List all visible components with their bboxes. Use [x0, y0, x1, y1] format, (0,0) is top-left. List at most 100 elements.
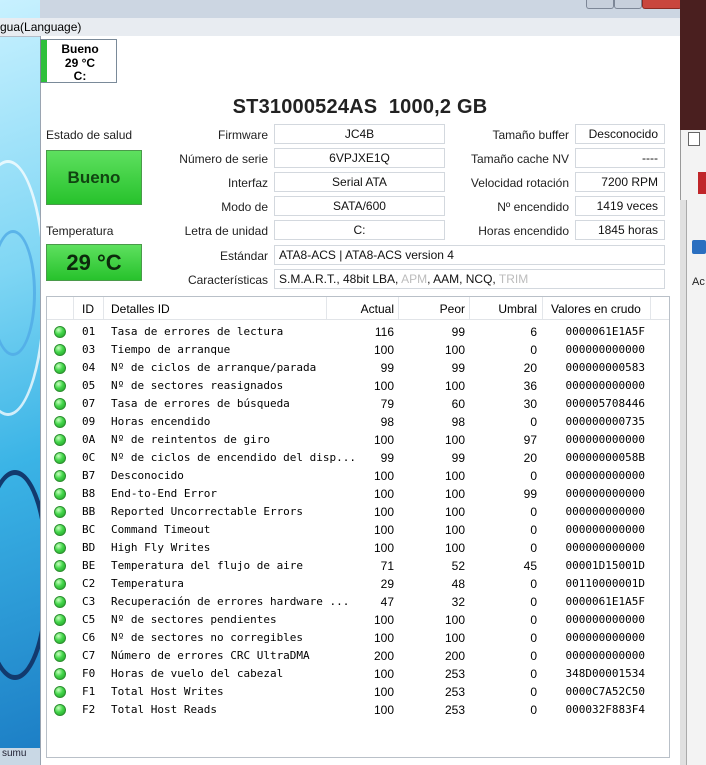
cell-current: 100 [373, 523, 394, 537]
table-row[interactable]: B8 End-to-End Error 100 100 99 000000000000 [47, 485, 669, 503]
cell-details: Total Host Writes [111, 685, 224, 698]
cell-raw: 000000000000 [565, 613, 645, 626]
cell-details: End-to-End Error [111, 487, 217, 500]
cell-current: 100 [373, 505, 394, 519]
disk-tab-drive: C: [73, 69, 87, 83]
table-row[interactable]: C7 Número de errores CRC UltraDMA 200 200 0 0… [47, 647, 669, 665]
cell-raw: 000005708446 [565, 397, 645, 410]
cell-threshold: 0 [530, 595, 537, 609]
table-row[interactable]: C6 Nº de sectores no corregibles 100 100 0 00… [47, 629, 669, 647]
cell-id: 05 [82, 379, 96, 392]
cell-current: 99 [380, 361, 394, 375]
health-label: Estado de salud [46, 128, 133, 142]
table-row[interactable]: C5 Nº de sectores pendientes 100 100 0 000000… [47, 611, 669, 629]
table-row[interactable]: 05 Nº de sectores reasignados 100 100 36 0000… [47, 377, 669, 395]
minimize-button[interactable] [586, 0, 614, 9]
cell-current: 100 [373, 613, 394, 627]
cell-details: Nº de ciclos de encendido del disp... [111, 451, 357, 464]
cell-threshold: 30 [523, 397, 537, 411]
table-row[interactable]: 0A Nº de reintentos de giro 100 100 97 000000… [47, 431, 669, 449]
column-divider[interactable] [469, 297, 470, 319]
column-divider[interactable] [73, 297, 74, 319]
table-row[interactable]: 01 Tasa de errores de lectura 116 99 6 000006… [47, 323, 669, 341]
status-ok-icon [54, 560, 66, 572]
cell-current: 100 [373, 631, 394, 645]
table-row[interactable]: F2 Total Host Reads 100 253 0 000032F883F4 [47, 701, 669, 719]
cell-worst: 100 [444, 469, 465, 483]
cell-raw: 000000000000 [565, 469, 645, 482]
cell-current: 100 [373, 379, 394, 393]
header-worst[interactable]: Peor [440, 300, 465, 318]
cell-details: Desconocido [111, 469, 184, 482]
health-status-badge[interactable]: Bueno [46, 150, 142, 205]
column-divider[interactable] [398, 297, 399, 319]
power-on-hours-field: 1845 horas [575, 220, 665, 240]
standard-label: Estándar [219, 249, 268, 263]
table-row[interactable]: BE Temperatura del flujo de aire 71 52 45 000… [47, 557, 669, 575]
table-row[interactable]: 0C Nº de ciclos de encendido del disp... 9… [47, 449, 669, 467]
cell-id: C5 [82, 613, 96, 626]
status-ok-icon [54, 452, 66, 464]
header-threshold[interactable]: Umbral [498, 300, 537, 318]
cell-raw: 000000000000 [565, 505, 645, 518]
column-divider[interactable] [326, 297, 327, 319]
cell-details: Command Timeout [111, 523, 211, 536]
status-ok-icon [54, 506, 66, 518]
status-ok-icon [54, 578, 66, 590]
cell-worst: 100 [444, 541, 465, 555]
column-divider[interactable] [542, 297, 543, 319]
header-current[interactable]: Actual [361, 300, 394, 318]
cell-current: 100 [373, 667, 394, 681]
disk-tab[interactable]: Bueno 29 °C C: [40, 39, 117, 83]
table-row[interactable]: 03 Tiempo de arranque 100 100 0 000000000000 [47, 341, 669, 359]
table-row[interactable]: BC Command Timeout 100 100 0 000000000000 [47, 521, 669, 539]
table-row[interactable]: C2 Temperatura 29 48 0 00110000001D [47, 575, 669, 593]
header-details[interactable]: Detalles ID [111, 300, 170, 318]
header-raw[interactable]: Valores en crudo [551, 300, 641, 318]
column-divider[interactable] [650, 297, 651, 319]
cell-raw: 000000000000 [565, 541, 645, 554]
cell-threshold: 0 [530, 613, 537, 627]
table-row[interactable]: B7 Desconocido 100 100 0 000000000000 [47, 467, 669, 485]
cell-raw: 000000000000 [565, 649, 645, 662]
desktop-background [0, 0, 40, 765]
cell-raw: 0000C7A52C50 [565, 685, 645, 698]
firmware-label: Firmware [218, 128, 268, 142]
menu-language[interactable]: gua(Language) [0, 20, 81, 34]
interface-field: Serial ATA [274, 172, 445, 192]
cell-id: F2 [82, 703, 96, 716]
cell-worst: 100 [444, 631, 465, 645]
close-button[interactable] [642, 0, 682, 9]
table-row[interactable]: 04 Nº de ciclos de arranque/parada 99 99 20 0… [47, 359, 669, 377]
temperature-badge[interactable]: 29 °C [46, 244, 142, 281]
cell-id: BB [82, 505, 96, 518]
smart-attributes-table[interactable]: ID Detalles ID Actual Peor Umbral Valore… [46, 296, 670, 758]
status-ok-icon [54, 344, 66, 356]
cell-raw: 00000000058B [565, 451, 645, 464]
status-ok-icon [54, 362, 66, 374]
drive-model-title: ST31000524AS 1000,2 GB [232, 96, 488, 118]
table-row[interactable]: BB Reported Uncorrectable Errors 100 100 0 00… [47, 503, 669, 521]
table-row[interactable]: 07 Tasa de errores de búsqueda 79 60 30 00000… [47, 395, 669, 413]
header-id[interactable]: ID [82, 300, 94, 318]
cell-id: C3 [82, 595, 96, 608]
cell-raw: 000000000000 [565, 631, 645, 644]
cell-threshold: 0 [530, 667, 537, 681]
table-row[interactable]: C3 Recuperación de errores hardware ... 47… [47, 593, 669, 611]
firmware-field: JC4B [274, 124, 445, 144]
table-row[interactable]: 09 Horas encendido 98 98 0 000000000735 [47, 413, 669, 431]
status-color-bar [41, 40, 47, 82]
cell-worst: 99 [451, 451, 465, 465]
cell-current: 100 [373, 685, 394, 699]
table-row[interactable]: F0 Horas de vuelo del cabezal 100 253 0 348D0… [47, 665, 669, 683]
cell-threshold: 36 [523, 379, 537, 393]
column-divider[interactable] [103, 297, 104, 319]
cell-raw: 000000000000 [565, 523, 645, 536]
table-row[interactable]: BD High Fly Writes 100 100 0 000000000000 [47, 539, 669, 557]
power-on-count-field: 1419 veces [575, 196, 665, 216]
maximize-button[interactable] [614, 0, 642, 9]
table-row[interactable]: F1 Total Host Writes 100 253 0 0000C7A52C50 [47, 683, 669, 701]
cell-threshold: 0 [530, 649, 537, 663]
scrollbar[interactable] [680, 200, 687, 765]
rotation-field: 7200 RPM [575, 172, 665, 192]
